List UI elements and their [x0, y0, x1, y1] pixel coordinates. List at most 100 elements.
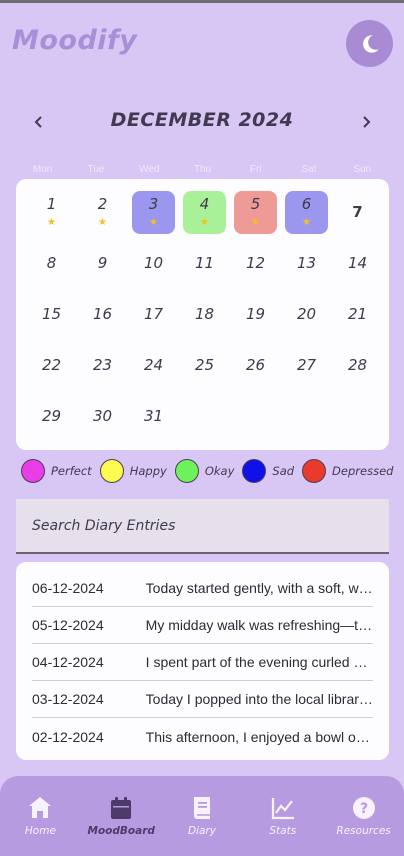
legend-item: Perfect — [21, 459, 92, 483]
day-number: 8 — [46, 254, 57, 272]
day-number: 25 — [194, 356, 215, 374]
calendar-day[interactable]: 16 — [77, 292, 128, 343]
calendar-grid: 1 ★ 2 ★ 3 ★ 4 ★ 5 ★ 6 ★ 7 8 9 10 11 12 13 14 15 16 17 18 19 20 21 2… — [26, 190, 383, 445]
calendar-day[interactable]: 26 — [230, 343, 281, 394]
calendar-day[interactable]: 3 ★ — [128, 190, 179, 241]
calendar-day[interactable]: 8 — [26, 241, 77, 292]
calendar-day[interactable]: 22 — [26, 343, 77, 394]
legend-label: Okay — [204, 464, 235, 478]
calendar-day[interactable]: 27 — [281, 343, 332, 394]
calendar-day[interactable]: 5 ★ — [230, 190, 281, 241]
diary-entry-row[interactable]: 06-12-2024 Today started gently, with a s… — [32, 570, 373, 607]
month-navigation: DECEMBER 2024 — [0, 107, 404, 137]
entry-date: 03-12-2024 — [32, 691, 104, 707]
calendar-day[interactable]: 20 — [281, 292, 332, 343]
nav-item-home[interactable]: Home — [0, 794, 81, 856]
nav-item-moodboard[interactable]: MoodBoard — [81, 794, 162, 856]
diary-entry-row[interactable]: 05-12-2024 My midday walk was refreshing—… — [32, 607, 373, 644]
calendar-day[interactable]: 7 — [332, 190, 383, 241]
day-number: 24 — [143, 356, 164, 374]
star-icon: ★ — [47, 217, 56, 228]
legend-swatch — [21, 459, 45, 483]
legend-swatch — [302, 459, 327, 483]
app-title: Moodify — [12, 25, 138, 56]
legend-swatch — [242, 459, 267, 483]
day-number: 3 — [148, 195, 159, 213]
calendar-day[interactable]: 18 — [179, 292, 230, 343]
day-number: 10 — [143, 254, 164, 272]
next-month-button[interactable] — [351, 107, 381, 137]
star-icon: ★ — [302, 217, 311, 228]
legend-label: Happy — [129, 464, 167, 478]
calendar-day[interactable]: 6 ★ — [281, 190, 332, 241]
month-title: DECEMBER 2024 — [110, 109, 294, 131]
nav-item-diary[interactable]: Diary — [162, 794, 243, 856]
calendar-day[interactable]: 24 — [128, 343, 179, 394]
moon-icon — [362, 34, 379, 53]
calendar-day[interactable]: 29 — [26, 394, 77, 445]
star-icon: ★ — [200, 217, 209, 228]
calendar-day[interactable]: 30 — [77, 394, 128, 445]
day-number: 26 — [245, 356, 266, 374]
day-number: 15 — [41, 305, 62, 323]
weekday-label: Sun — [353, 164, 372, 175]
day-number: 23 — [92, 356, 113, 374]
day-number: 27 — [296, 356, 317, 374]
day-number: 21 — [347, 305, 368, 323]
legend-item: Okay — [174, 459, 235, 483]
theme-toggle-button[interactable] — [346, 20, 393, 67]
calendar-day[interactable]: 1 ★ — [26, 190, 77, 241]
calendar-day[interactable]: 25 — [179, 343, 230, 394]
entry-preview: Today I popped into the local library fo… — [145, 691, 373, 707]
star-icon: ★ — [98, 217, 107, 228]
calendar-day[interactable]: 2 ★ — [77, 190, 128, 241]
legend-item: Depressed — [302, 459, 393, 483]
diary-entry-row[interactable]: 02-12-2024 This afternoon, I enjoyed a bo… — [32, 718, 373, 755]
day-number: 9 — [97, 254, 108, 272]
nav-label: Home — [24, 825, 56, 837]
legend-swatch — [99, 459, 124, 483]
day-number: 31 — [143, 407, 164, 425]
weekday-label: Fri — [249, 164, 262, 175]
day-number: 16 — [92, 305, 113, 323]
day-number: 12 — [245, 254, 266, 272]
day-number: 5 — [250, 195, 261, 213]
day-number: 2 — [97, 195, 108, 213]
search-input[interactable] — [32, 517, 389, 534]
weekday-label: Tue — [87, 164, 105, 175]
calendar-day[interactable]: 9 — [77, 241, 128, 292]
book-icon — [188, 794, 216, 822]
calendar-day[interactable]: 19 — [230, 292, 281, 343]
calendar-day[interactable]: 14 — [332, 241, 383, 292]
day-number: 14 — [347, 254, 368, 272]
calendar-day[interactable]: 31 — [128, 394, 179, 445]
calendar-day[interactable]: 10 — [128, 241, 179, 292]
diary-entry-row[interactable]: 03-12-2024 Today I popped into the local … — [32, 681, 373, 718]
calendar-day[interactable]: 17 — [128, 292, 179, 343]
calendar-day[interactable]: 28 — [332, 343, 383, 394]
diary-entry-row[interactable]: 04-12-2024 I spent part of the evening cu… — [32, 644, 373, 681]
nav-item-resources[interactable]: ? Resources — [323, 794, 404, 856]
nav-item-stats[interactable]: Stats — [242, 794, 323, 856]
calendar-day[interactable]: 21 — [332, 292, 383, 343]
search-box[interactable] — [16, 499, 389, 554]
legend-label: Perfect — [51, 464, 92, 478]
nav-label: Resources — [336, 825, 391, 837]
calendar-day[interactable]: 23 — [77, 343, 128, 394]
day-number: 19 — [245, 305, 266, 323]
calendar-day[interactable]: 11 — [179, 241, 230, 292]
day-number: 28 — [347, 356, 368, 374]
calendar-day[interactable]: 4 ★ — [179, 190, 230, 241]
chart-icon — [269, 794, 297, 822]
calendar-day[interactable]: 13 — [281, 241, 332, 292]
legend-item: Happy — [99, 459, 167, 483]
star-icon: ★ — [251, 217, 260, 228]
day-number: 29 — [41, 407, 62, 425]
calendar-day[interactable]: 12 — [230, 241, 281, 292]
legend-swatch — [174, 459, 199, 483]
entry-date: 05-12-2024 — [32, 617, 104, 633]
day-number: 13 — [296, 254, 317, 272]
star-icon: ★ — [149, 217, 158, 228]
calendar-day[interactable]: 15 — [26, 292, 77, 343]
day-number: 7 — [352, 203, 363, 221]
